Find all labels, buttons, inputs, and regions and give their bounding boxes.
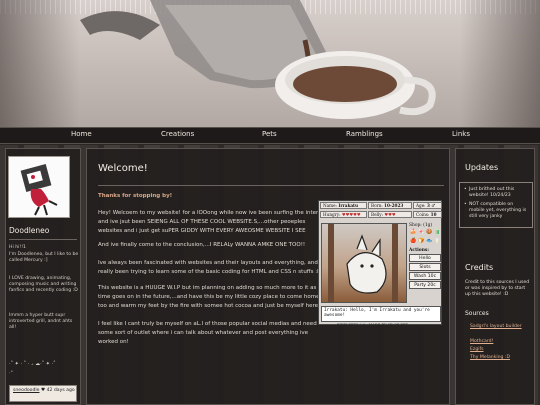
- pet-hunger: Hungry: ♥♥♥♥♥: [320, 211, 367, 218]
- coffee-pot-illustration: [80, 0, 436, 119]
- header-banner: [0, 0, 540, 127]
- pet-creature-icon: [328, 224, 398, 302]
- hello-button[interactable]: Hello: [409, 254, 441, 262]
- robot-character-icon: [20, 164, 58, 216]
- thanks-heading: Thanks for stopping by!: [98, 193, 173, 199]
- pet-coins: Coins: 10: [413, 211, 442, 218]
- status-card[interactable]: sneodoodle ♥ 42 days ago: [9, 385, 77, 402]
- avatar: [8, 156, 70, 218]
- nav-item-home[interactable]: Home: [71, 130, 92, 138]
- pet-scene[interactable]: [321, 223, 407, 303]
- update-item: NOT compatible on mobile yet, everything…: [464, 202, 529, 220]
- paragraph-conclusion: And ive finally come to the conclusion,.…: [98, 242, 306, 248]
- source-link-melanking[interactable]: Thy Melanking :D: [470, 355, 530, 361]
- pet-born: Born: 10-2023: [368, 202, 412, 209]
- bread-icon[interactable]: 🍞: [418, 238, 424, 244]
- sparkle-text-2: ‧˚: [9, 371, 14, 377]
- nav-item-pets[interactable]: Pets: [262, 130, 277, 138]
- pet-speech-bubble: Irrakatu: Hello, I'm Irrakatu and you're…: [321, 306, 441, 322]
- source-link-ezgifs[interactable]: Ezgifs: [470, 347, 530, 353]
- shop-label: Shop: (1g): [409, 223, 433, 228]
- update-item: Just brithed out this website! 10/24/23: [464, 187, 529, 199]
- cookie-icon[interactable]: 🍪: [426, 229, 432, 235]
- slots-button[interactable]: Slots: [409, 263, 441, 271]
- updates-title: Updates: [465, 163, 499, 172]
- paragraph-intro: Hey! Welcoem to my website! for a lOOong…: [98, 210, 328, 234]
- heart-icon: ♥: [40, 388, 46, 393]
- credits-text: Credit to this sources I used or was ins…: [465, 280, 530, 297]
- profile-name: Doodleneo: [9, 226, 50, 235]
- source-link-layout-builder[interactable]: Sadgrl's layout builder: [470, 324, 530, 330]
- updates-list: Just brithed out this website! 10/24/23 …: [459, 182, 533, 228]
- bio-personality: Immm a hyper butt supr introverted grill…: [9, 313, 73, 330]
- top-nav: Home Creations Pets Ramblings Links: [0, 127, 540, 144]
- bio-intro: I'm Doodleneo, but I like to be called M…: [9, 252, 79, 263]
- paragraph-fascination: Ive always been fascinated with websites…: [98, 260, 322, 275]
- sources-title: Sources: [465, 310, 489, 317]
- credits-title: Credits: [465, 263, 494, 272]
- fish-icon[interactable]: 🐟: [426, 238, 432, 244]
- nav-item-creations[interactable]: Creations: [161, 130, 194, 138]
- candy-icon[interactable]: 🍬: [418, 229, 424, 235]
- apple-icon[interactable]: 🍎: [410, 238, 416, 244]
- actions-label: Actions:: [409, 248, 429, 253]
- pet-age: Age: 3 ♂: [413, 202, 442, 209]
- source-link-mothcard[interactable]: Mothcard!: [470, 339, 530, 345]
- right-sidebar: Updates Just brithed out this website! 1…: [455, 148, 535, 405]
- nav-item-links[interactable]: Links: [452, 130, 470, 138]
- cake-icon[interactable]: 🍰: [410, 229, 416, 235]
- status-username[interactable]: sneodoodle: [13, 388, 40, 393]
- wash-button[interactable]: Wash 10c: [409, 272, 441, 280]
- nav-item-ramblings[interactable]: Ramblings: [346, 130, 383, 138]
- milk-icon[interactable]: 🥛: [434, 238, 440, 244]
- status-time: 42 days ago: [46, 388, 75, 393]
- virtual-pet-widget: Name: Irrakatu Born: 10-2023 Age: 3 ♂ Hu…: [318, 200, 442, 327]
- bio-greeting: Hi hi!!1: [9, 245, 26, 250]
- party-button[interactable]: Party 20c: [409, 281, 441, 289]
- sparkle-text: ·˚ ✦ · ˚ · ₊ ☁·˚ ✦ ·˚: [9, 361, 56, 367]
- paragraph-wip: This website is a HUUGE W.I.P but im pla…: [98, 285, 324, 309]
- paragraph-outlet: I feel like I cant truly be myself on aL…: [98, 321, 317, 345]
- pet-name: Name: Irrakatu: [320, 202, 367, 209]
- bio-hobbies: I LOVE drawing, animating, composing mus…: [9, 276, 78, 293]
- juice-icon[interactable]: 🧃: [434, 229, 440, 235]
- pet-belly: Belly: ♥♥♥: [368, 211, 412, 218]
- pet-credit: PIXELPETS 2.0 · MADE BY SB OF PET: [337, 323, 408, 327]
- page-title: Welcome!: [98, 163, 148, 174]
